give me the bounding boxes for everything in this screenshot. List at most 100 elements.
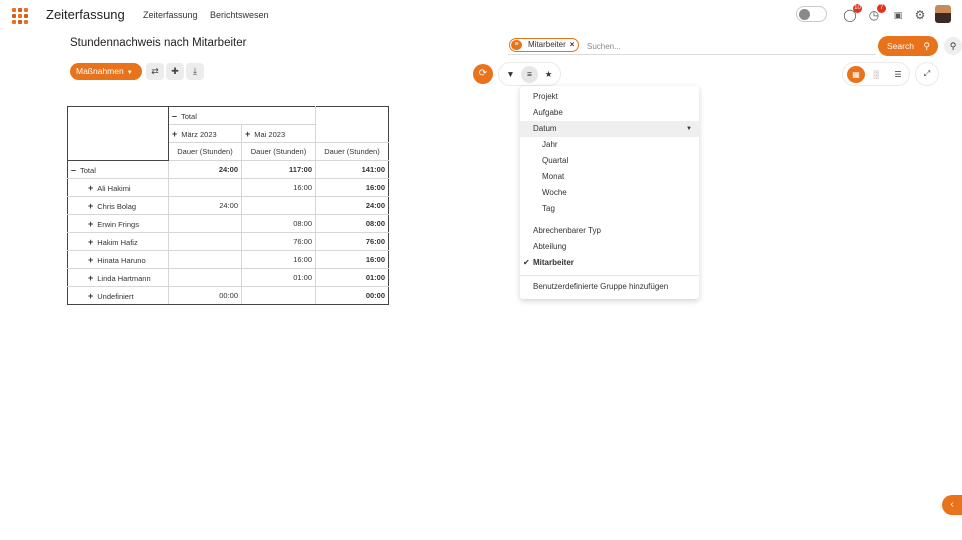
chat-icon[interactable]: ◯ 10: [842, 4, 862, 23]
pivot-cell[interactable]: 16:00: [241, 250, 316, 269]
pivot-cell[interactable]: 08:00: [241, 214, 316, 233]
search-input[interactable]: [587, 39, 867, 53]
pivot-cell[interactable]: 08:00: [315, 214, 389, 233]
search-facet-groupby[interactable]: ≡ Mitarbeiter ×: [509, 38, 580, 52]
pivot-cell[interactable]: 24:00: [315, 196, 389, 215]
measure-header[interactable]: Dauer (Stunden): [241, 142, 316, 161]
app-title[interactable]: Zeiterfassung: [46, 7, 125, 22]
pivot-cell[interactable]: [241, 286, 316, 305]
row-label: Linda Hartmann: [97, 273, 151, 283]
table-row: + Hinata Haruno 16:00 16:00: [67, 250, 389, 269]
search-icon: ⚲: [923, 41, 930, 51]
pivot-col-header-march[interactable]: + März 2023: [168, 124, 242, 143]
expand-all-icon[interactable]: ✚: [166, 63, 184, 80]
collapse-minus-icon: –: [71, 164, 77, 175]
menu-zeiterfassung[interactable]: Zeiterfassung: [143, 10, 198, 20]
expand-plus-icon: +: [88, 236, 94, 247]
groupby-item-projekt[interactable]: Projekt: [520, 89, 699, 105]
page-title: Stundennachweis nach Mitarbeiter: [70, 37, 247, 49]
groupby-item-aufgabe[interactable]: Aufgabe: [520, 105, 699, 121]
user-avatar[interactable]: [935, 5, 951, 23]
graph-view-icon[interactable]: ░: [867, 66, 885, 83]
filter-icon[interactable]: ▼: [502, 66, 519, 83]
pivot-cell[interactable]: 141:00: [315, 160, 389, 179]
chevron-left-icon[interactable]: ‹: [942, 495, 962, 515]
pivot-cell[interactable]: [168, 250, 242, 269]
groupby-item-mitarbeiter[interactable]: ✔ Mitarbeiter: [520, 255, 699, 271]
pivot-table: – Total + März 2023 + Mai 2023 Dauer (Stund…: [67, 106, 389, 305]
checkmark-icon: ✔: [523, 258, 530, 267]
pivot-cell[interactable]: 76:00: [315, 232, 389, 251]
fullscreen-expand-icon[interactable]: ⤢: [915, 62, 939, 86]
pivot-cell[interactable]: [168, 214, 242, 233]
pivot-cell[interactable]: 01:00: [241, 268, 316, 287]
row-label: Erwin Frings: [97, 219, 139, 229]
groupby-option-woche[interactable]: Woche: [520, 185, 699, 201]
switch-company-icon[interactable]: ▣: [890, 7, 906, 23]
row-header-total[interactable]: – Total: [67, 160, 169, 179]
row-header[interactable]: + Linda Hartmann: [67, 268, 169, 287]
pivot-cell[interactable]: 16:00: [315, 178, 389, 197]
activities-badge: 7: [877, 4, 886, 13]
pivot-cell[interactable]: 00:00: [315, 286, 389, 305]
pivot-cell[interactable]: 16:00: [241, 178, 316, 197]
measure-header[interactable]: Dauer (Stunden): [168, 142, 242, 161]
pivot-cell[interactable]: 00:00: [168, 286, 242, 305]
list-view-icon[interactable]: ☰: [889, 66, 907, 83]
magnifier-icon[interactable]: ⚲: [944, 37, 962, 55]
search-button-label: Search: [887, 41, 914, 51]
groupby-option-monat[interactable]: Monat: [520, 169, 699, 185]
groupby-option-tag[interactable]: Tag: [520, 201, 699, 217]
groupby-option-quartal[interactable]: Quartal: [520, 153, 699, 169]
pivot-cell[interactable]: [241, 196, 316, 215]
search-button[interactable]: Search ⚲: [878, 36, 938, 56]
pivot-cell[interactable]: [168, 178, 242, 197]
expand-plus-icon: +: [88, 254, 94, 265]
table-row: + Linda Hartmann 01:00 01:00: [67, 268, 389, 287]
pivot-cell[interactable]: 16:00: [315, 250, 389, 269]
pivot-cell[interactable]: [168, 232, 242, 251]
row-header[interactable]: + Erwin Frings: [67, 214, 169, 233]
groupby-item-datum-label: Datum: [533, 124, 557, 133]
row-header[interactable]: + Hinata Haruno: [67, 250, 169, 269]
pivot-cell[interactable]: 76:00: [241, 232, 316, 251]
pivot-corner: [67, 106, 169, 161]
group-by-icon[interactable]: ≡: [521, 66, 538, 83]
groupby-layers-icon: ≡: [511, 40, 522, 50]
row-header[interactable]: + Hakim Hafiz: [67, 232, 169, 251]
row-header[interactable]: + Ali Hakimi: [67, 178, 169, 197]
row-label: Total: [80, 165, 96, 175]
pivot-cell[interactable]: 24:00: [168, 196, 242, 215]
pivot-cell[interactable]: 117:00: [241, 160, 316, 179]
app-menu-icon[interactable]: [12, 8, 28, 24]
pivot-cell[interactable]: [168, 268, 242, 287]
groupby-item-abteilung[interactable]: Abteilung: [520, 239, 699, 255]
groupby-option-jahr[interactable]: Jahr: [520, 137, 699, 153]
expand-plus-icon: +: [88, 218, 94, 229]
pivot-cell[interactable]: 01:00: [315, 268, 389, 287]
flip-axis-icon[interactable]: ⇄: [146, 63, 164, 80]
groupby-item-datum[interactable]: Datum ▼: [520, 121, 699, 137]
row-header[interactable]: + Undefiniert: [67, 286, 169, 305]
add-custom-group-button[interactable]: Benutzerdefinierte Gruppe hinzufügen: [520, 279, 699, 295]
clock-icon[interactable]: ◷ 7: [866, 4, 886, 23]
download-icon[interactable]: ⤓: [186, 63, 204, 80]
expand-plus-icon: +: [88, 200, 94, 211]
timer-toggle[interactable]: [796, 6, 827, 22]
pivot-cell[interactable]: 24:00: [168, 160, 242, 179]
refresh-icon[interactable]: ⟳: [473, 64, 493, 84]
pivot-col-header-total[interactable]: – Total: [168, 106, 316, 125]
row-header[interactable]: + Chris Bolag: [67, 196, 169, 215]
actions-dropdown-button[interactable]: Maßnahmen ▼: [70, 63, 142, 80]
facet-remove-icon[interactable]: ×: [570, 40, 575, 49]
groupby-item-abrechenbarer-typ[interactable]: Abrechenbarer Typ: [520, 223, 699, 239]
row-label: Undefiniert: [97, 291, 134, 301]
settings-gear-icon[interactable]: ⚙: [912, 7, 928, 23]
favorites-star-icon[interactable]: ★: [540, 66, 557, 83]
expand-plus-icon: +: [88, 290, 94, 301]
measure-header[interactable]: Dauer (Stunden): [315, 142, 389, 161]
menu-berichtswesen[interactable]: Berichtswesen: [210, 10, 269, 20]
table-row: + Ali Hakimi 16:00 16:00: [67, 178, 389, 197]
pivot-view-icon[interactable]: ▦: [847, 66, 865, 83]
pivot-col-header-may[interactable]: + Mai 2023: [241, 124, 316, 143]
